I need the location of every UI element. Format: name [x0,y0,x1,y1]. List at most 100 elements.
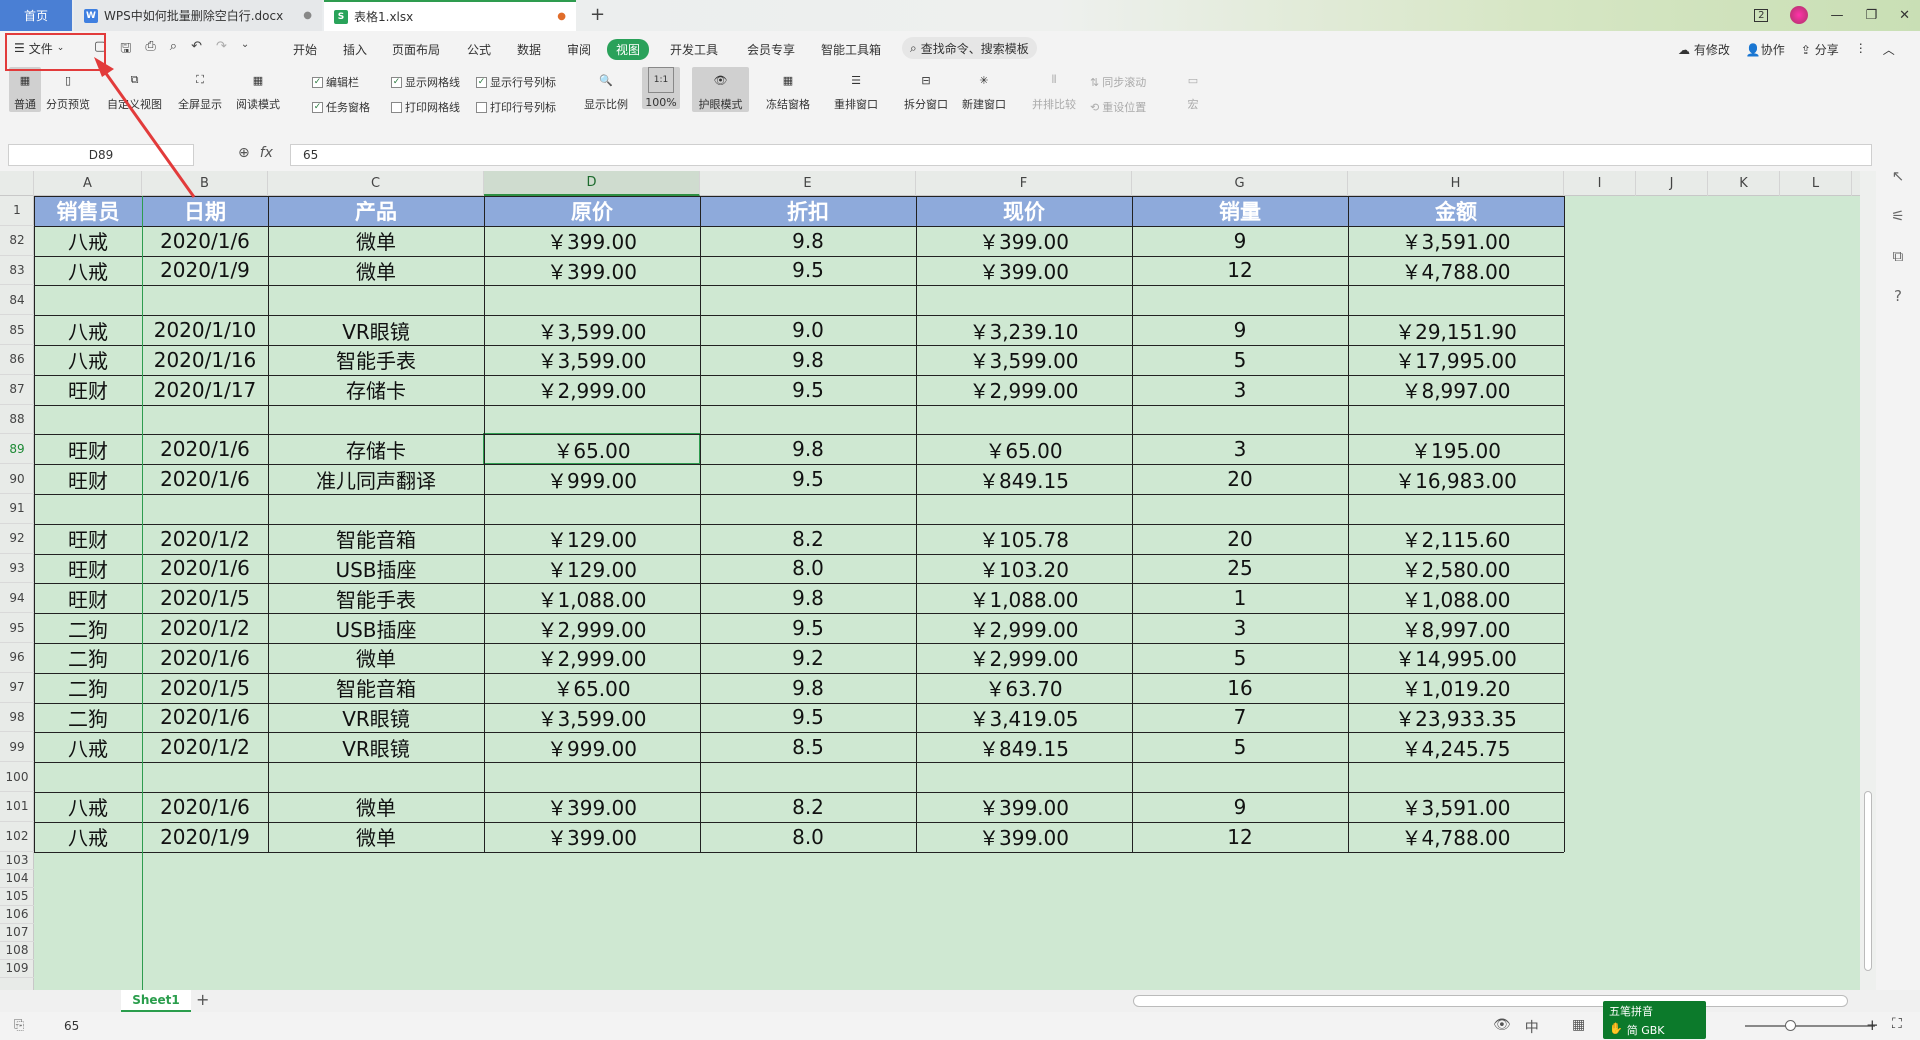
table-cell[interactable] [916,762,1132,792]
column-header-f[interactable]: F [916,171,1132,196]
window-count-badge[interactable]: 2 [1754,8,1769,22]
table-cell[interactable]: ￥105.78 [916,524,1132,554]
share-button[interactable]: ⇪ 分享 [1801,41,1839,58]
table-cell[interactable]: VR眼镜 [268,703,484,733]
zoom-search-icon[interactable]: ⊕ [238,145,250,161]
restore-button[interactable]: ❐ [1865,8,1877,23]
row-header[interactable]: 91 [0,494,34,524]
table-cell[interactable]: ￥3,591.00 [1348,792,1564,822]
row-header[interactable]: 99 [0,732,34,763]
menu-review[interactable]: 审阅 [567,41,591,58]
table-cell[interactable]: 存储卡 [268,375,484,405]
table-cell[interactable]: ￥2,115.60 [1348,524,1564,554]
table-cell[interactable]: ￥2,999.00 [484,643,700,673]
table-cell[interactable]: ￥17,995.00 [1348,345,1564,375]
column-header-d[interactable]: D [484,171,700,196]
collaborate-button[interactable]: 👤协作 [1746,41,1785,58]
formula-input[interactable]: 65 [290,144,1872,166]
row-header[interactable]: 84 [0,285,34,316]
table-cell[interactable]: 旺财 [34,524,142,554]
row-header[interactable]: 86 [0,345,34,375]
table-cell[interactable]: 二狗 [34,643,142,673]
menu-developer[interactable]: 开发工具 [670,41,718,58]
side-by-side-button[interactable]: ⫴ 并排比较 [1032,67,1076,112]
zoom-slider[interactable] [1745,1020,1875,1031]
table-cell[interactable]: ￥999.00 [484,464,700,494]
table-cell[interactable]: 8.2 [700,792,916,822]
table-cell[interactable]: 9 [1132,226,1348,256]
row-header[interactable]: 102 [0,822,34,852]
table-cell[interactable] [1132,285,1348,315]
table-cell[interactable]: 9.5 [700,375,916,405]
menu-home[interactable]: 开始 [293,41,317,58]
table-cell[interactable]: ￥8,997.00 [1348,613,1564,643]
row-header[interactable]: 89 [0,434,34,465]
header-cell[interactable]: 金额 [1348,196,1564,226]
menu-data[interactable]: 数据 [517,41,541,58]
table-cell[interactable]: 二狗 [34,703,142,733]
table-cell[interactable]: 2020/1/2 [142,732,268,762]
table-cell[interactable]: 2020/1/16 [142,345,268,375]
table-cell[interactable]: 9.8 [700,226,916,256]
table-cell[interactable]: 2020/1/9 [142,256,268,286]
table-cell[interactable]: 八戒 [34,822,142,852]
table-cell[interactable]: 3 [1132,613,1348,643]
tab-spreadsheet[interactable]: S 表格1.xlsx ● [324,0,576,31]
row-header[interactable]: 1 [0,196,34,226]
table-cell[interactable]: ￥14,995.00 [1348,643,1564,673]
table-cell[interactable]: VR眼镜 [268,315,484,345]
table-cell[interactable]: ￥2,580.00 [1348,554,1564,584]
table-cell[interactable]: 智能手表 [268,583,484,613]
table-cell[interactable]: ￥65.00 [484,673,700,703]
table-cell[interactable]: 2020/1/17 [142,375,268,405]
scrollbar-thumb[interactable] [1864,791,1872,971]
table-cell[interactable] [700,494,916,524]
table-cell[interactable] [916,285,1132,315]
select-all-corner[interactable] [0,171,34,196]
sync-scroll-button[interactable]: ⇅ 同步滚动 [1090,74,1146,90]
table-cell[interactable]: 八戒 [34,345,142,375]
table-cell[interactable]: ￥4,788.00 [1348,256,1564,286]
table-cell[interactable]: 八戒 [34,315,142,345]
zoom-100-button[interactable]: 1:1 100% [642,67,680,109]
menu-smart-toolbox[interactable]: 智能工具箱 [821,41,881,58]
tab-close-icon[interactable]: ● [303,10,312,21]
table-cell[interactable] [1348,405,1564,435]
eye-protection-button[interactable]: 👁 护眼模式 [692,67,749,112]
table-cell[interactable]: ￥2,999.00 [484,375,700,405]
table-cell[interactable]: ￥16,983.00 [1348,464,1564,494]
table-cell[interactable]: ￥399.00 [484,256,700,286]
reading-mode-button[interactable]: ▦ 阅读模式 [236,67,280,112]
table-cell[interactable]: 9.5 [700,464,916,494]
table-cell[interactable]: 智能音箱 [268,673,484,703]
row-header[interactable]: 103 [0,852,34,870]
table-cell[interactable]: 2020/1/6 [142,643,268,673]
split-window-button[interactable]: ⊟ 拆分窗口 [904,67,948,112]
table-cell[interactable]: 智能手表 [268,345,484,375]
table-cell[interactable]: ￥2,999.00 [916,643,1132,673]
table-cell[interactable]: 8.0 [700,822,916,852]
table-cell[interactable]: 微单 [268,822,484,852]
column-header-j[interactable]: J [1636,171,1708,196]
redo-icon[interactable]: ↷ [216,39,227,61]
table-cell[interactable]: 9.0 [700,315,916,345]
table-cell[interactable]: 12 [1132,256,1348,286]
table-cell[interactable] [484,494,700,524]
table-cell[interactable] [142,405,268,435]
command-search[interactable]: ⌕ 查找命令、搜索模板 [902,37,1037,59]
toggle-headings[interactable]: ✓ 显示行号列标 [476,74,556,90]
table-cell[interactable]: ￥3,599.00 [484,315,700,345]
row-header[interactable]: 92 [0,524,34,554]
sheet-tab[interactable]: Sheet1 [121,990,191,1012]
table-cell[interactable]: ￥1,019.20 [1348,673,1564,703]
table-cell[interactable] [484,762,700,792]
column-header-i[interactable]: I [1564,171,1636,196]
table-cell[interactable]: 旺财 [34,554,142,584]
table-cell[interactable]: 25 [1132,554,1348,584]
row-header[interactable]: 105 [0,888,34,906]
table-cell[interactable] [484,405,700,435]
row-header[interactable]: 90 [0,464,34,494]
customize-icon[interactable]: ⌄ [241,39,249,61]
row-header[interactable]: 95 [0,613,34,643]
table-cell[interactable]: 9.8 [700,583,916,613]
